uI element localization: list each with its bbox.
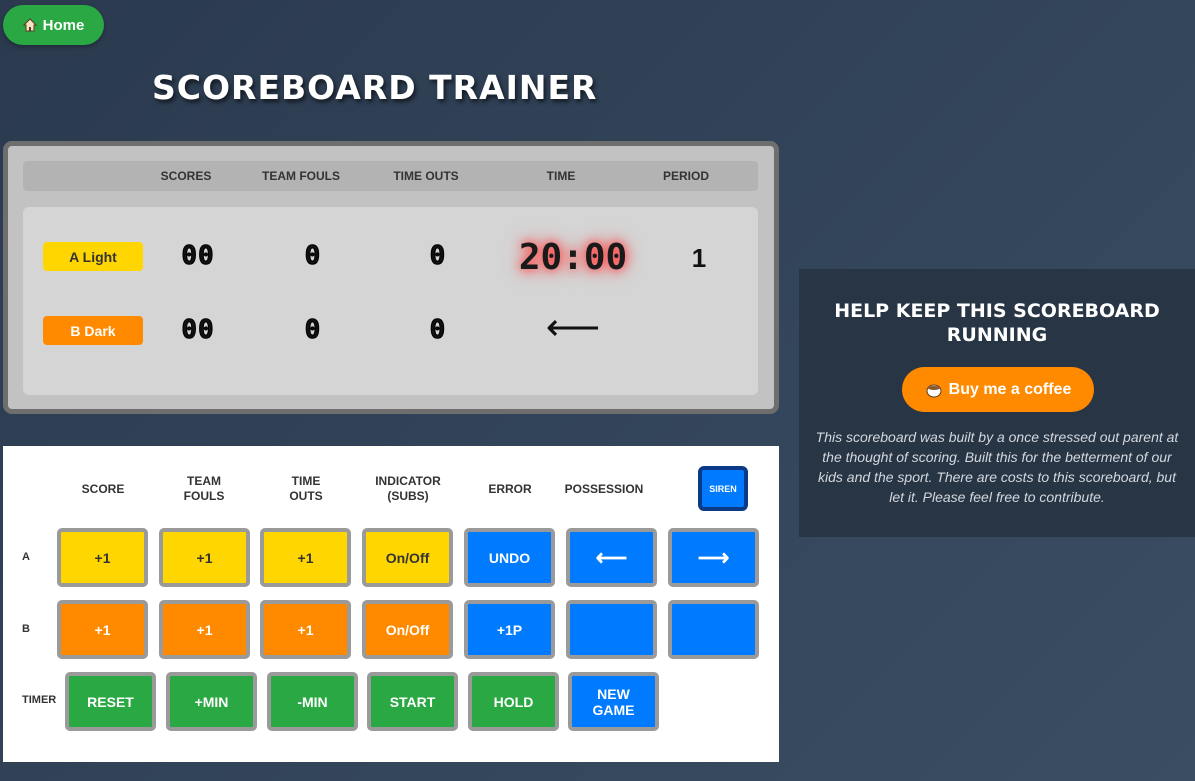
team-b-score: 00 [181, 315, 215, 346]
control-panel: SCORE TEAM FOULS TIME OUTS INDICATOR (SU… [3, 446, 779, 762]
scoreboard-header: SCORES TEAM FOULS TIME OUTS TIME PERIOD [23, 161, 758, 191]
timer-minus-min-button[interactable]: -MIN [267, 672, 358, 731]
possession-left-button[interactable]: ⟵ [566, 528, 657, 587]
header-time-outs: TIME OUTS [393, 169, 459, 183]
header-team-fouls: TEAM FOULS [262, 169, 340, 183]
header-time: TIME [546, 169, 576, 183]
header-period: PERIOD [662, 169, 710, 183]
team-a-name: A Light [43, 242, 143, 271]
buy-coffee-button[interactable]: Buy me a coffee [902, 367, 1094, 412]
period-value: 1 [691, 243, 707, 273]
team-a-score: 00 [181, 241, 215, 272]
home-label: Home [42, 16, 85, 34]
blank-blue-button-1[interactable] [566, 600, 657, 659]
col-head-team-fouls: TEAM FOULS [183, 474, 225, 503]
plus-one-period-button[interactable]: +1P [464, 600, 555, 659]
team-a-score-plus-button[interactable]: +1 [57, 528, 148, 587]
team-a-indicator-toggle[interactable]: On/Off [362, 528, 453, 587]
team-b-indicator-toggle[interactable]: On/Off [362, 600, 453, 659]
new-game-button[interactable]: NEW GAME [568, 672, 659, 731]
scoreboard-body: A Light 00 0 0 B Dark 00 0 0 20:00 1 ⟵ [23, 207, 758, 395]
team-a-fouls-plus-button[interactable]: +1 [159, 528, 250, 587]
timer-start-button[interactable]: START [367, 672, 458, 731]
team-b-name: B Dark [43, 316, 143, 345]
col-head-error: ERROR [488, 482, 532, 496]
home-icon [22, 18, 37, 32]
coffee-cup-icon [926, 384, 942, 397]
home-button[interactable]: Home [3, 5, 104, 45]
team-b-fouls-plus-button[interactable]: +1 [159, 600, 250, 659]
row-label-timer: TIMER [22, 694, 57, 706]
col-head-indicator: INDICATOR (SUBS) [375, 474, 441, 503]
siren-button[interactable]: SIREN [698, 466, 748, 511]
scoreboard-display: SCORES TEAM FOULS TIME OUTS TIME PERIOD … [3, 141, 779, 414]
possession-arrow-icon: ⟵ [545, 307, 601, 349]
timer-reset-button[interactable]: RESET [65, 672, 156, 731]
team-a-fouls: 0 [304, 241, 322, 272]
blank-blue-button-2[interactable] [668, 600, 759, 659]
col-head-time-outs: TIME OUTS [289, 474, 323, 503]
buy-coffee-label: Buy me a coffee [948, 380, 1072, 398]
col-head-possession: POSSESSION [564, 482, 644, 496]
possession-right-button[interactable]: ⟶ [668, 528, 759, 587]
team-b-score-plus-button[interactable]: +1 [57, 600, 148, 659]
support-title: HELP KEEP THIS SCOREBOARD RUNNING [834, 300, 1160, 346]
header-scores: SCORES [160, 169, 212, 183]
team-a-timeouts: 0 [429, 241, 447, 272]
col-head-score: SCORE [81, 482, 125, 496]
support-panel: HELP KEEP THIS SCOREBOARD RUNNING Buy me… [799, 269, 1195, 537]
timer-plus-min-button[interactable]: +MIN [166, 672, 257, 731]
undo-button[interactable]: UNDO [464, 528, 555, 587]
team-b-timeouts-plus-button[interactable]: +1 [260, 600, 351, 659]
support-message: This scoreboard was built by a once stre… [815, 429, 1179, 505]
page-title: SCOREBOARD TRAINER [152, 68, 598, 107]
timer-hold-button[interactable]: HOLD [468, 672, 559, 731]
team-b-fouls: 0 [304, 315, 322, 346]
team-a-timeouts-plus-button[interactable]: +1 [260, 528, 351, 587]
row-label-b: B [22, 623, 30, 635]
game-clock: 20:00 [518, 237, 628, 278]
team-b-timeouts: 0 [429, 315, 447, 346]
row-label-a: A [22, 551, 30, 563]
